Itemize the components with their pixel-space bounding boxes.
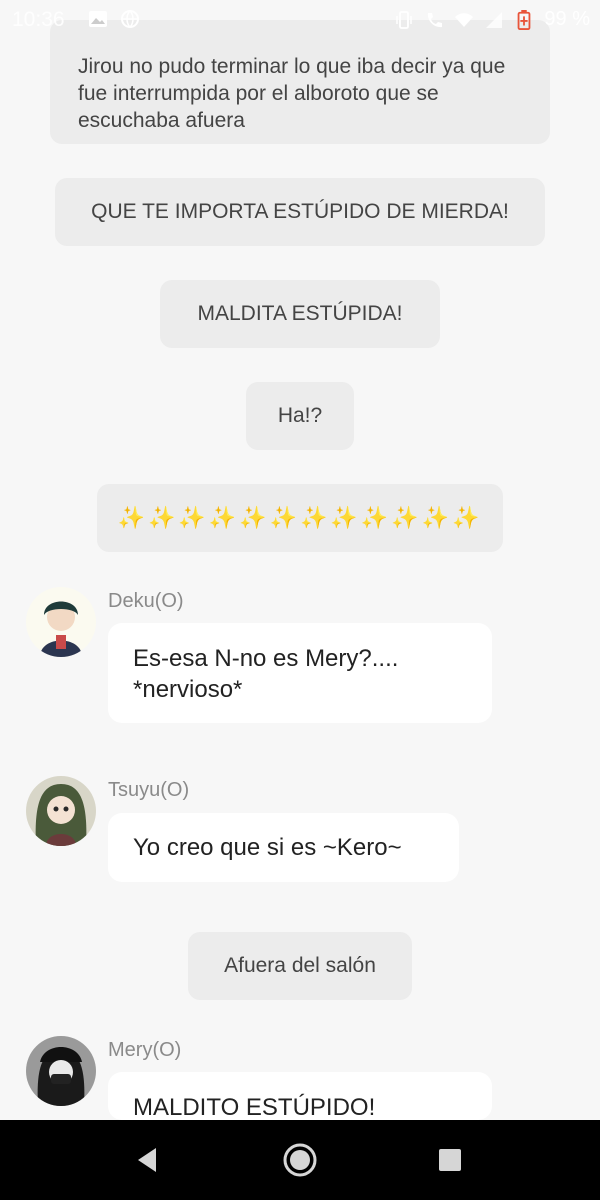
sparkles-text: ✨✨✨✨✨✨✨✨✨✨✨✨ <box>117 505 483 530</box>
chat-bubble: Yo creo que si es ~Kero~ <box>108 813 459 882</box>
vibrate-icon <box>396 10 413 29</box>
narration-message: Ha!? <box>246 382 354 450</box>
narration-message: MALDITA ESTÚPIDA! <box>160 280 440 348</box>
globe-icon <box>121 10 139 29</box>
status-bar: 10:36 99 % <box>0 0 600 40</box>
battery-charging-icon <box>518 9 531 30</box>
battery-percent: 99 % <box>544 8 590 30</box>
mery-avatar-image <box>26 1036 96 1106</box>
username: Mery(O) <box>108 1039 182 1061</box>
avatar[interactable] <box>26 776 96 846</box>
narration-text: QUE TE IMPORTA ESTÚPIDO DE MIERDA! <box>91 200 509 223</box>
chat-bubble: MALDITO ESTÚPIDO! <box>108 1072 492 1120</box>
narration-text: Jirou no pudo terminar lo que iba decir … <box>78 54 506 132</box>
username: Tsuyu(O) <box>108 779 190 801</box>
username: Deku(O) <box>108 590 184 612</box>
signal-icon <box>486 11 503 28</box>
tsuyu-avatar-image <box>26 776 96 846</box>
status-time: 10:36 <box>12 8 65 31</box>
chat-message-text: MALDITO ESTÚPIDO! <box>133 1094 376 1120</box>
home-icon[interactable] <box>282 1142 318 1178</box>
back-icon[interactable] <box>130 1142 166 1178</box>
recents-icon[interactable] <box>432 1142 468 1178</box>
chat-message-text: Yo creo que si es ~Kero~ <box>133 834 402 861</box>
image-icon <box>89 11 107 27</box>
wifi-icon <box>455 12 474 27</box>
narration-message: Afuera del salón <box>188 932 412 1000</box>
chat-message-text: Es-esa N-no es Mery?.... *nervioso* <box>133 645 399 703</box>
navigation-bar <box>0 1120 600 1200</box>
narration-text: MALDITA ESTÚPIDA! <box>197 302 403 325</box>
narration-text: Afuera del salón <box>224 954 376 977</box>
avatar[interactable] <box>26 1036 96 1106</box>
avatar[interactable] <box>26 587 96 657</box>
deku-avatar-image <box>26 587 96 657</box>
chat-bubble: Es-esa N-no es Mery?.... *nervioso* <box>108 623 492 723</box>
narration-text: Ha!? <box>277 404 323 427</box>
call-icon <box>428 12 443 27</box>
narration-message: ✨✨✨✨✨✨✨✨✨✨✨✨ <box>97 484 503 552</box>
narration-message: QUE TE IMPORTA ESTÚPIDO DE MIERDA! <box>55 178 545 246</box>
